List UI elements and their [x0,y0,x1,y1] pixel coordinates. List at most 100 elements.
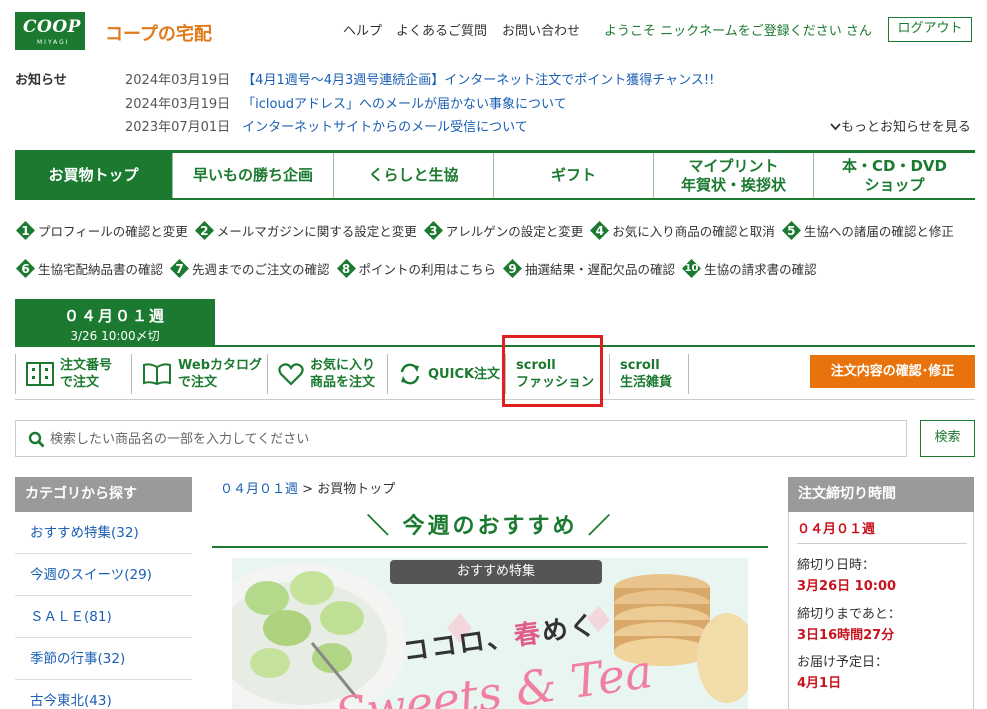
nav-label: 本・CD・DVD [842,156,947,175]
week-title: ０４月０１週 [63,307,166,325]
step-label: アレルゲンの設定と変更 [445,224,584,239]
nav-label: ギフト [550,166,596,184]
nav-shopping-top[interactable]: お買物トップ [15,153,173,198]
logout-button[interactable]: ログアウト [888,17,972,42]
subnav-sublabel: 商品を注文 [310,375,376,390]
more-news-label: もっとお知らせを見る [841,120,971,135]
step-label: 生協宅配納品書の確認 [38,262,164,277]
category-item[interactable]: 季節の行事(32) [15,638,192,680]
category-item[interactable]: 今週のスイーツ(29) [15,554,192,596]
breadcrumb-week-link[interactable]: ０４月０１週 [220,482,298,497]
delivery-value: 4月1日 [797,676,842,691]
subnav-label: お気に入り [310,358,376,373]
nav-early-bird[interactable]: 早いもの勝ち企画 [173,153,334,198]
faq-link[interactable]: よくあるご質問 [396,20,487,39]
breadcrumb-separator: > [302,482,314,497]
delivery-label: お届け予定日： [797,655,889,670]
favorites-order-button[interactable]: お気に入り商品を注文 [267,354,387,394]
step-number-badge: 9 [502,258,523,279]
logo-text: COOP [23,17,81,37]
deadline-header: 注文締切り時間 [788,477,974,512]
category-header: カテゴリから探す [15,477,192,512]
highlight-box [502,335,603,407]
section-title: ＼ 今週のおすすめ ／ [366,514,614,539]
step-label: プロフィールの確認と変更 [38,224,188,239]
news-date: 2024年03月19日 [125,73,231,88]
order-number-icon [26,361,54,387]
step-link[interactable]: 7 先週までのご注文の確認 [169,258,330,279]
step-link[interactable]: 4 お気に入り商品の確認と取消 [589,220,775,241]
step-link[interactable]: 2 メールマガジンに関する設定と変更 [194,220,417,241]
order-confirm-button[interactable]: 注文内容の確認･修正 [810,355,975,388]
web-catalog-button[interactable]: Webカタログ で注文 [131,354,267,394]
welcome-text: ようこそ ニックネームをご登録ください さん [604,24,872,39]
step-link[interactable]: 8 ポイントの利用はこちら [336,258,496,279]
help-link[interactable]: ヘルプ [343,20,382,39]
feature-banner[interactable]: おすすめ特集 ココロ、春めく Sweets & Tea [232,558,748,709]
news-link[interactable]: インターネットサイトからのメール受信について [242,120,528,135]
quick-order-button[interactable]: QUICK注文 [387,354,503,394]
subnav-label: QUICK注文 [428,366,501,382]
step-link[interactable]: 5 生協への諸届の確認と修正 [781,220,954,241]
subnav-label: 注文番号 [60,358,113,373]
order-by-number-button[interactable]: 注文番号 で注文 [15,354,131,394]
step-link[interactable]: 1 プロフィールの確認と変更 [15,220,188,241]
step-label: お気に入り商品の確認と取消 [612,224,775,239]
nav-gift[interactable]: ギフト [494,153,654,198]
subnav-sublabel: 生活雑貨 [620,375,673,390]
subnav-label: Webカタログ [178,358,262,373]
step-link[interactable]: 10 生協の請求書の確認 [681,258,817,279]
week-divider [15,345,975,347]
news-item: 2024年03月19日 【4月1週号～4月3週号連続企画】インターネット注文でポイ… [125,69,714,88]
refresh-icon [398,362,422,386]
news-link[interactable]: 「icloudアドレス」へのメールが届かない事象について [242,97,566,112]
nav-book-shop[interactable]: 本・CD・DVD ショップ [814,153,975,198]
breadcrumb-current: お買物トップ [317,482,396,497]
step-label: メールマガジンに関する設定と変更 [216,224,417,239]
deadline-divider [797,543,967,544]
news-item: 2023年07月01日 インターネットサイトからのメール受信について [125,116,528,135]
scroll-goods-button[interactable]: scroll 生活雑貨 [609,354,689,394]
coop-logo[interactable]: COOP MIYAGI [15,12,85,50]
step-label: 生協の請求書の確認 [704,262,817,277]
category-item[interactable]: 古今東北(43) [15,680,192,709]
week-tab[interactable]: ０４月０１週 3/26 10:00〆切 [15,299,215,345]
close-value: 3月26日 10:00 [797,579,897,594]
step-number-badge: 5 [781,220,802,241]
category-item[interactable]: おすすめ特集(32) [15,512,192,554]
nav-life-coop[interactable]: くらしと生協 [334,153,494,198]
breadcrumb: ０４月０１週 > お買物トップ [220,478,395,497]
step-number-badge: 8 [336,258,357,279]
step-number-badge: 3 [423,220,444,241]
subnav-label: scroll [620,358,660,373]
search-button[interactable]: 検索 [920,420,975,457]
logo-subtext: MIYAGI [37,39,70,46]
chevron-down-icon [830,120,841,135]
step-label: 抽選結果・遅配欠品の確認 [525,262,676,277]
step-number-badge: 1 [15,220,36,241]
step-label: 生協への諸届の確認と修正 [803,224,954,239]
step-number-badge: 6 [15,258,36,279]
steps-row-2: 6 生協宅配納品書の確認 7 先週までのご注文の確認 8 ポイントの利用はこちら 9抽… [15,258,823,279]
remaining-label: 締切りまであと： [797,607,901,622]
category-item[interactable]: ＳＡＬＥ(81) [15,596,192,638]
nav-label: くらしと生協 [368,166,459,184]
news-label: お知らせ [15,73,67,88]
step-link[interactable]: 9 抽選結果・遅配欠品の確認 [502,258,675,279]
step-number-badge: 2 [194,220,215,241]
news-link[interactable]: 【4月1週号～4月3週号連続企画】インターネット注文でポイント獲得チャンス!! [242,73,714,88]
subnav-sublabel: で注文 [60,375,100,390]
remaining-value: 3日16時間27分 [797,628,895,643]
section-divider [212,546,768,548]
more-news-link[interactable]: もっとお知らせを見る [830,116,971,135]
step-link[interactable]: 6 生協宅配納品書の確認 [15,258,163,279]
nav-label: マイプリント [688,156,779,175]
contact-link[interactable]: お問い合わせ [502,20,580,39]
step-label: 先週までのご注文の確認 [192,262,330,277]
step-link[interactable]: 3 アレルゲンの設定と変更 [423,220,584,241]
nav-sublabel: ショップ [864,175,925,194]
step-number-badge: 10 [681,258,702,279]
nav-myprint[interactable]: マイプリント 年賀状・挨拶状 [654,153,814,198]
search-input[interactable] [50,427,890,451]
close-label: 締切り日時： [797,558,876,573]
